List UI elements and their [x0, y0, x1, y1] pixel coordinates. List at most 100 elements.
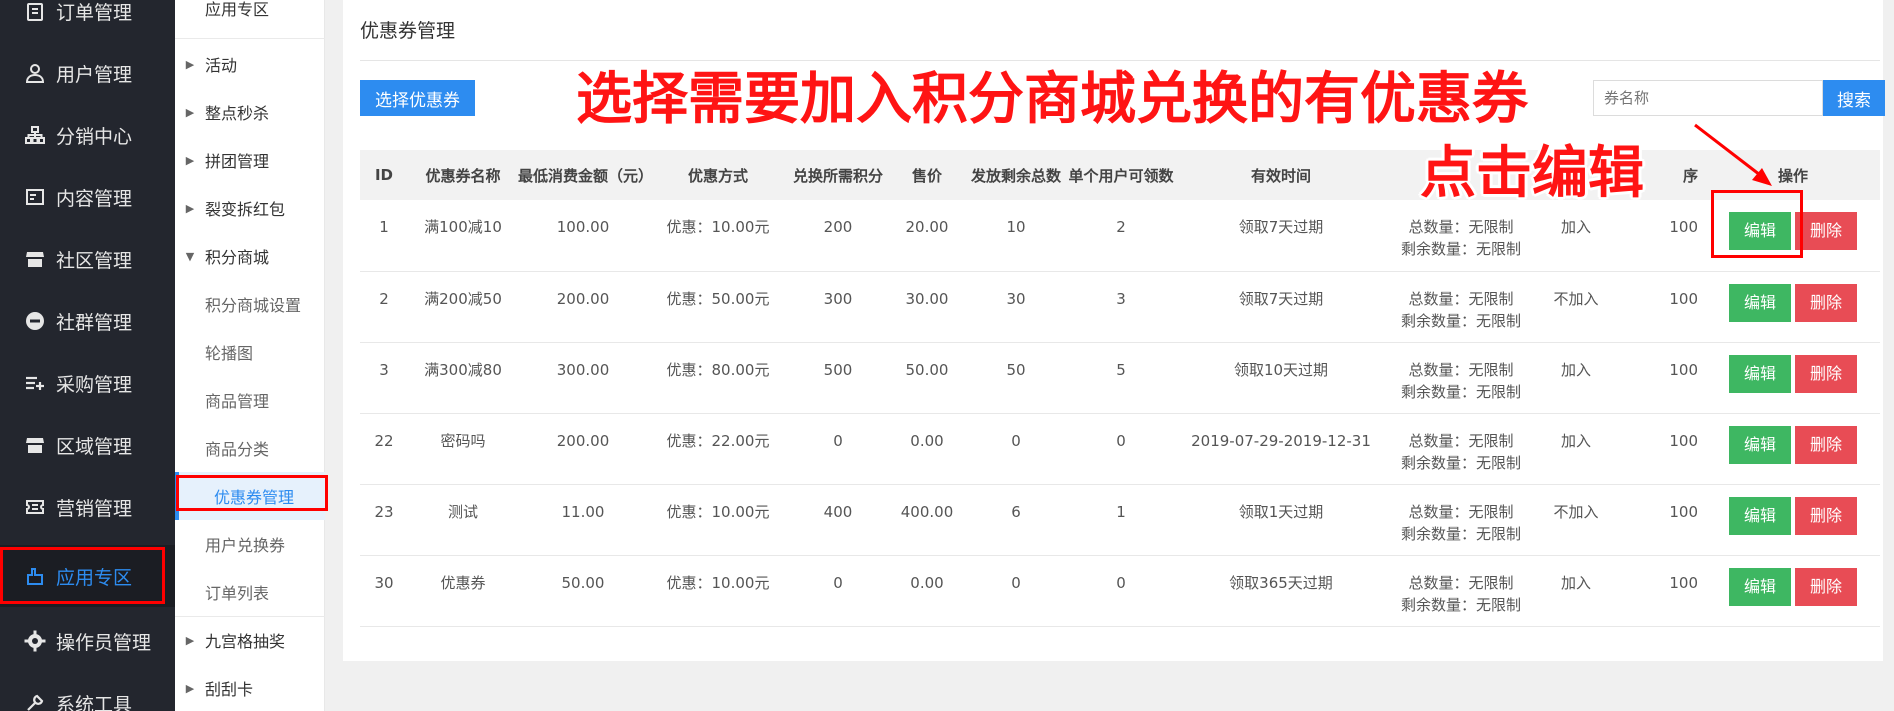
col-header: 售价 [911, 166, 942, 185]
main-sidebar: 订单管理 用户管理 分销中心 内容管理 社区管理 社群管理 采购管理 区域管理 … [0, 0, 175, 711]
sidebar-item-groups[interactable]: 社群管理 [0, 290, 175, 352]
cell-points: 400 [823, 502, 853, 521]
cell-join: 不加入 [1553, 289, 1599, 308]
highlight-edit [1711, 190, 1803, 258]
sidebar-item-label: 区域管理 [56, 435, 133, 458]
submenu-item-red-packet[interactable]: ▶ 裂变拆红包 [175, 184, 325, 232]
cell-quantity: 总数量：无限制 剩余数量：无限制 [1386, 200, 1536, 271]
total-quantity: 总数量：无限制 [1408, 573, 1514, 592]
sidebar-item-label: 用户管理 [56, 63, 133, 86]
cell-per-user: 1 [1116, 502, 1126, 521]
secondary-menu: 应用专区 ▶ 活动 ▶ 整点秒杀 ▶ 拼团管理 ▶ 裂变拆红包 ▼ 积分商城 积分商城设置… [175, 0, 325, 711]
cell-discount: 优惠：22.00元 [666, 431, 770, 450]
cell-discount: 优惠：50.00元 [666, 289, 770, 308]
submenu-item-scratch[interactable]: ▶ 刮刮卡 [175, 664, 325, 711]
sidebar-item-community[interactable]: 社区管理 [0, 228, 175, 290]
edit-button[interactable]: 编辑 [1729, 283, 1791, 322]
hierarchy-icon [24, 124, 46, 146]
submenu-item-categories[interactable]: 商品分类 [175, 424, 325, 472]
sidebar-item-label: 内容管理 [56, 187, 133, 210]
submenu-item-user-coupons[interactable]: 用户兑换券 [175, 520, 325, 568]
cell-points: 300 [823, 289, 853, 308]
edit-button[interactable]: 编辑 [1729, 425, 1791, 464]
cell-min: 50.00 [561, 573, 605, 592]
sidebar-item-marketing[interactable]: 营销管理 [0, 476, 175, 538]
delete-button[interactable]: 删除 [1795, 496, 1857, 535]
sidebar-item-region[interactable]: 区域管理 [0, 414, 175, 476]
submenu-item-points-mall[interactable]: ▼ 积分商城 [175, 232, 325, 280]
sidebar-item-orders[interactable]: 订单管理 [0, 0, 175, 42]
cell-min: 11.00 [561, 502, 605, 521]
cell-per-user: 0 [1116, 431, 1126, 450]
total-quantity: 总数量：无限制 [1408, 289, 1514, 308]
edit-button[interactable]: 编辑 [1729, 567, 1791, 606]
cell-id: 1 [379, 218, 389, 236]
tool-icon [24, 692, 46, 711]
submenu-item-points-settings[interactable]: 积分商城设置 [175, 280, 325, 328]
coupon-table: ID 优惠券名称 最低消费金额（元） 优惠方式 兑换所需积分 售价 发放剩余总数… [360, 150, 1880, 627]
submenu-item-lottery[interactable]: ▶ 九宫格抽奖 [175, 616, 325, 664]
cell-name: 满300减80 [424, 360, 502, 379]
edit-button[interactable]: 编辑 [1729, 354, 1791, 393]
cell-name: 满100减10 [424, 218, 502, 236]
cell-remain: 30 [1006, 289, 1026, 308]
sidebar-item-users[interactable]: 用户管理 [0, 42, 175, 104]
cell-points: 0 [833, 573, 843, 592]
delete-button[interactable]: 删除 [1795, 354, 1857, 393]
submenu-item-orders[interactable]: 订单列表 [175, 568, 325, 616]
total-quantity: 总数量：无限制 [1408, 431, 1514, 450]
highlight-coupons [176, 475, 328, 511]
edit-button[interactable]: 编辑 [1729, 496, 1791, 535]
sidebar-item-label: 操作员管理 [56, 631, 152, 654]
submenu-item-group-buy[interactable]: ▶ 拼团管理 [175, 136, 325, 184]
delete-button[interactable]: 删除 [1795, 425, 1857, 464]
delete-button[interactable]: 删除 [1795, 283, 1857, 322]
sidebar-item-label: 社区管理 [56, 249, 133, 272]
delete-button[interactable]: 删除 [1795, 567, 1857, 606]
cell-id: 2 [379, 289, 389, 308]
sidebar-item-purchase[interactable]: 采购管理 [0, 352, 175, 414]
sidebar-item-operators[interactable]: 操作员管理 [0, 610, 175, 672]
chevron-right-icon: ▶ [185, 633, 195, 647]
chevron-right-icon: ▶ [185, 105, 195, 119]
chevron-down-icon: ▼ [185, 249, 195, 263]
cell-quantity: 总数量：无限制 剩余数量：无限制 [1386, 413, 1536, 484]
cell-remain: 10 [1006, 218, 1026, 236]
cell-min: 300.00 [556, 360, 610, 379]
cell-actions: 编辑 删除 [1706, 342, 1880, 413]
select-coupon-button[interactable]: 选择优惠券 [360, 80, 475, 116]
search-input[interactable] [1593, 80, 1823, 116]
remaining-quantity: 剩余数量：无限制 [1400, 311, 1521, 330]
col-header: ID [374, 166, 394, 184]
submenu-item-flash-sale[interactable]: ▶ 整点秒杀 [175, 88, 325, 136]
cell-price: 50.00 [905, 360, 949, 379]
sidebar-item-tools[interactable]: 系统工具 [0, 672, 175, 711]
cell-valid: 领取10天过期 [1233, 360, 1329, 379]
gear-icon [24, 630, 46, 652]
cell-join: 加入 [1560, 218, 1591, 236]
submenu-item-products[interactable]: 商品管理 [175, 376, 325, 424]
cell-valid: 领取7天过期 [1238, 218, 1324, 236]
cell-sort: 100 [1669, 360, 1698, 379]
cell-name: 优惠券 [440, 573, 486, 592]
cell-min: 100.00 [556, 218, 610, 236]
highlight-apps [0, 547, 165, 604]
remaining-quantity: 剩余数量：无限制 [1400, 453, 1521, 472]
ticket-icon [24, 496, 46, 518]
submenu-item-carousel[interactable]: 轮播图 [175, 328, 325, 376]
cell-valid: 领取1天过期 [1238, 502, 1324, 521]
cell-name: 满200减50 [424, 289, 502, 308]
col-header: 有效时间 [1250, 166, 1311, 185]
arrow-icon [1694, 123, 1772, 186]
page-title: 优惠券管理 [360, 20, 456, 42]
cell-quantity: 总数量：无限制 剩余数量：无限制 [1386, 342, 1536, 413]
cell-per-user: 5 [1116, 360, 1126, 379]
delete-button[interactable]: 删除 [1795, 212, 1857, 250]
cell-id: 3 [379, 360, 389, 379]
submenu-item-activity[interactable]: ▶ 活动 [175, 40, 325, 88]
sidebar-item-distribution[interactable]: 分销中心 [0, 104, 175, 166]
cell-join: 加入 [1560, 573, 1591, 592]
sidebar-item-content[interactable]: 内容管理 [0, 166, 175, 228]
search-button[interactable]: 搜索 [1823, 80, 1885, 116]
total-quantity: 总数量：无限制 [1408, 502, 1514, 521]
